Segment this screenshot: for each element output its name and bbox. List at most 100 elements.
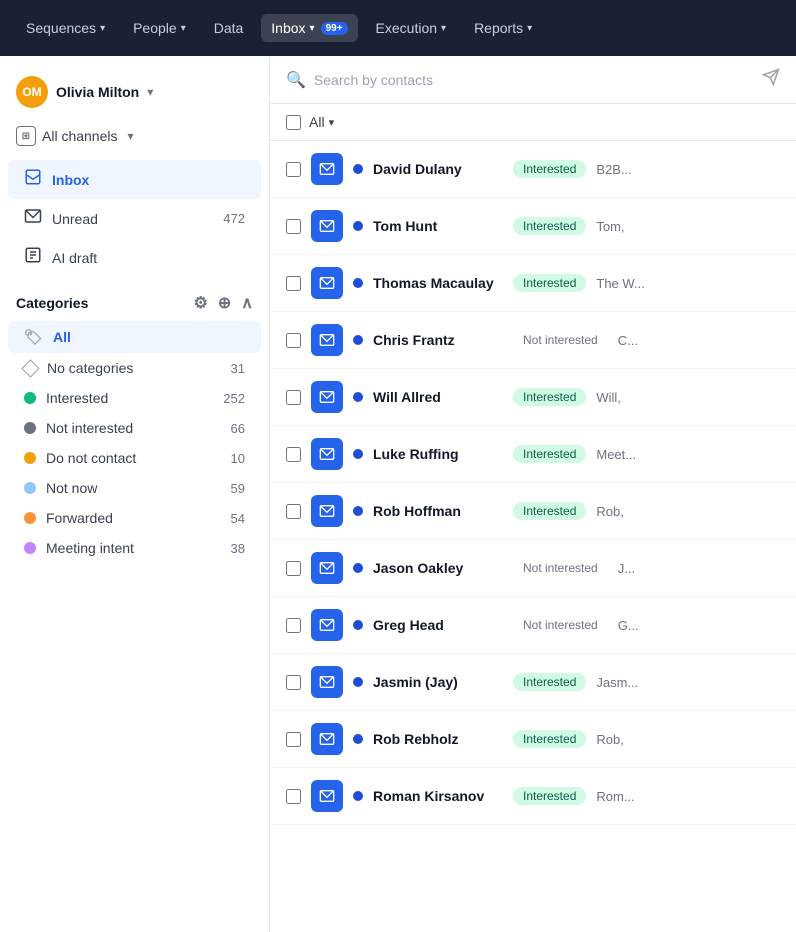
contact-preview: Tom, [596, 219, 780, 234]
unread-icon [24, 207, 42, 230]
status-badge: Not interested [513, 331, 608, 349]
categories-add-icon[interactable]: ⊕ [218, 293, 231, 313]
contact-email-icon [311, 495, 343, 527]
contact-row[interactable]: Rob Rebholz Interested Rob, [270, 711, 796, 768]
contact-dot [353, 335, 363, 345]
nav-inbox[interactable]: Inbox ▾ 99+ [261, 14, 357, 42]
category-meeting-intent[interactable]: Meeting intent 38 [8, 533, 261, 563]
contact-preview: G... [618, 618, 780, 633]
do-not-contact-dot [24, 452, 36, 464]
contact-checkbox-9[interactable] [286, 675, 301, 690]
category-not-interested[interactable]: Not interested 66 [8, 413, 261, 443]
contact-email-icon [311, 210, 343, 242]
main-layout: OM Olivia Milton ▾ ⊞ All channels ▾ Inbo… [0, 56, 796, 932]
contact-checkbox-10[interactable] [286, 732, 301, 747]
search-input[interactable] [314, 72, 754, 88]
forwarded-dot [24, 512, 36, 524]
no-cat-icon [21, 359, 39, 377]
contact-row[interactable]: Rob Hoffman Interested Rob, [270, 483, 796, 540]
search-bar: 🔍 [270, 56, 796, 104]
meeting-intent-dot [24, 542, 36, 554]
status-badge: Interested [513, 217, 586, 235]
contact-preview: Rom... [596, 789, 780, 804]
contact-dot [353, 791, 363, 801]
user-section[interactable]: OM Olivia Milton ▾ [0, 72, 269, 120]
contact-checkbox-4[interactable] [286, 390, 301, 405]
categories-settings-icon[interactable]: ⚙ [194, 293, 208, 313]
contact-checkbox-6[interactable] [286, 504, 301, 519]
nav-data[interactable]: Data [204, 14, 254, 42]
status-badge: Not interested [513, 616, 608, 634]
contact-row[interactable]: Tom Hunt Interested Tom, [270, 198, 796, 255]
contact-preview: Rob, [596, 732, 780, 747]
contact-row[interactable]: Jason Oakley Not interested J... [270, 540, 796, 597]
avatar: OM [16, 76, 48, 108]
contact-email-icon [311, 267, 343, 299]
channels-chevron: ▾ [128, 129, 134, 143]
contact-dot [353, 164, 363, 174]
category-no-categories[interactable]: No categories 31 [8, 353, 261, 383]
contact-row[interactable]: Thomas Macaulay Interested The W... [270, 255, 796, 312]
contact-preview: C... [618, 333, 780, 348]
contact-email-icon [311, 153, 343, 185]
nav-reports[interactable]: Reports ▾ [464, 14, 542, 42]
contact-checkbox-2[interactable] [286, 276, 301, 291]
sequences-chevron: ▾ [100, 23, 105, 34]
categories-collapse-icon[interactable]: ∧ [241, 293, 253, 313]
contact-email-icon [311, 324, 343, 356]
status-badge: Interested [513, 673, 586, 691]
contact-email-icon [311, 723, 343, 755]
contact-dot [353, 392, 363, 402]
contact-dot [353, 620, 363, 630]
contact-checkbox-8[interactable] [286, 618, 301, 633]
contact-email-icon [311, 609, 343, 641]
all-chevron: ▾ [329, 116, 335, 129]
contact-row[interactable]: David Dulany Interested B2B... [270, 141, 796, 198]
contact-preview: Rob, [596, 504, 780, 519]
contact-row[interactable]: Roman Kirsanov Interested Rom... [270, 768, 796, 825]
contact-email-icon [311, 666, 343, 698]
contact-name: David Dulany [373, 161, 503, 177]
category-not-now[interactable]: Not now 59 [8, 473, 261, 503]
contact-email-icon [311, 780, 343, 812]
nav-people[interactable]: People ▾ [123, 14, 196, 42]
contact-dot [353, 563, 363, 573]
contact-name: Rob Rebholz [373, 731, 503, 747]
contact-name: Rob Hoffman [373, 503, 503, 519]
contact-row[interactable]: Greg Head Not interested G... [270, 597, 796, 654]
contact-name: Will Allred [373, 389, 503, 405]
nav-sequences[interactable]: Sequences ▾ [16, 14, 115, 42]
contact-dot [353, 734, 363, 744]
contact-checkbox-5[interactable] [286, 447, 301, 462]
contact-row[interactable]: Jasmin (Jay) Interested Jasm... [270, 654, 796, 711]
contact-dot [353, 506, 363, 516]
sidebar-ai-draft[interactable]: AI draft [8, 238, 261, 277]
user-dropdown-icon: ▾ [147, 85, 153, 99]
category-interested[interactable]: Interested 252 [8, 383, 261, 413]
status-badge: Not interested [513, 559, 608, 577]
select-all-checkbox[interactable] [286, 115, 301, 130]
category-forwarded[interactable]: Forwarded 54 [8, 503, 261, 533]
channels-selector[interactable]: ⊞ All channels ▾ [0, 120, 269, 160]
category-all[interactable]: 🏷 All [8, 321, 261, 353]
contact-checkbox-0[interactable] [286, 162, 301, 177]
ai-draft-icon [24, 246, 42, 269]
categories-header: Categories ⚙ ⊕ ∧ [0, 277, 269, 321]
inbox-badge: 99+ [321, 22, 348, 35]
send-icon[interactable] [762, 68, 780, 91]
sidebar-unread[interactable]: Unread 472 [8, 199, 261, 238]
status-badge: Interested [513, 445, 586, 463]
sidebar-inbox[interactable]: Inbox [8, 160, 261, 199]
contact-row[interactable]: Will Allred Interested Will, [270, 369, 796, 426]
category-do-not-contact[interactable]: Do not contact 10 [8, 443, 261, 473]
contact-checkbox-7[interactable] [286, 561, 301, 576]
contact-checkbox-3[interactable] [286, 333, 301, 348]
nav-execution[interactable]: Execution ▾ [366, 14, 457, 42]
contact-row[interactable]: Luke Ruffing Interested Meet... [270, 426, 796, 483]
contact-checkbox-11[interactable] [286, 789, 301, 804]
contact-checkbox-1[interactable] [286, 219, 301, 234]
contact-preview: Jasm... [596, 675, 780, 690]
search-icon: 🔍 [286, 70, 306, 90]
contact-row[interactable]: Chris Frantz Not interested C... [270, 312, 796, 369]
all-tag-icon: 🏷 [24, 328, 43, 346]
